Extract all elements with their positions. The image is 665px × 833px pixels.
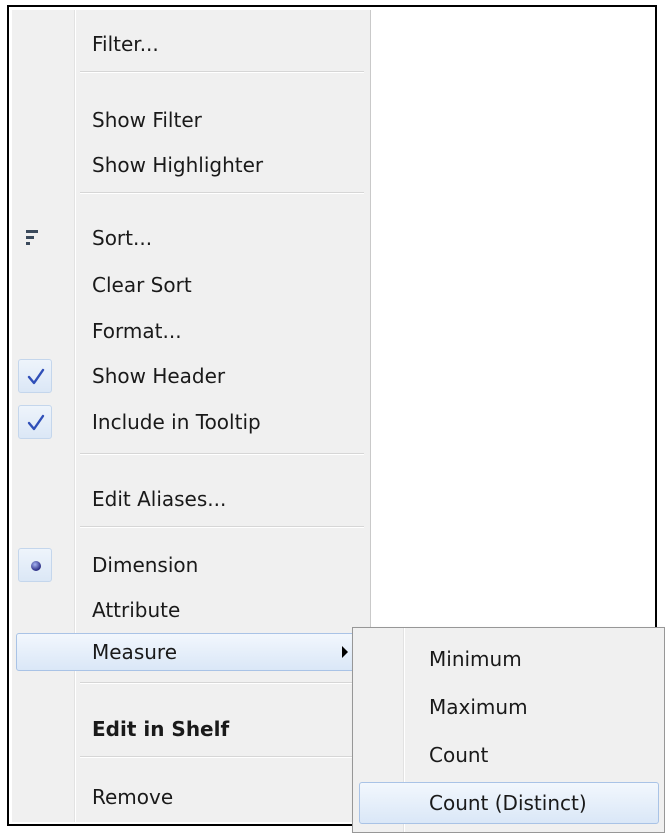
menu-item-show-filter[interactable]: Show Filter: [12, 100, 370, 140]
menu-item-measure[interactable]: Measure: [12, 632, 370, 672]
menu-item-edit-in-shelf[interactable]: Edit in Shelf: [12, 709, 370, 749]
menu-separator: [80, 192, 364, 194]
checkmark-icon: [27, 414, 45, 431]
radio-frame: [18, 548, 52, 582]
context-menu: Filter... Show Filter Show Highlighter S…: [12, 10, 371, 822]
sort-icon: [26, 230, 38, 245]
menu-item-label: Show Highlighter: [92, 153, 264, 177]
menu-item-sort[interactable]: Sort...: [12, 218, 370, 258]
submenu-item-count-distinct[interactable]: Count (Distinct): [353, 780, 664, 826]
checkbox-frame: [18, 405, 52, 439]
menu-item-label: Format...: [92, 319, 182, 343]
menu-item-label: Attribute: [92, 598, 181, 622]
menu-item-label: Clear Sort: [92, 273, 192, 297]
menu-item-label: Remove: [92, 785, 174, 809]
menu-item-format[interactable]: Format...: [12, 311, 370, 351]
menu-item-attribute[interactable]: Attribute: [12, 590, 370, 630]
menu-item-label: Show Header: [92, 364, 226, 388]
menu-separator: [80, 526, 364, 528]
radio-bullet-icon: [31, 561, 41, 571]
menu-item-label: Filter...: [92, 32, 159, 56]
submenu-item-maximum[interactable]: Maximum: [353, 684, 664, 730]
menu-separator: [80, 682, 364, 684]
submenu-item-label: Minimum: [429, 647, 522, 671]
checkbox-frame: [18, 359, 52, 393]
submenu-item-minimum[interactable]: Minimum: [353, 636, 664, 682]
menu-separator: [80, 756, 364, 758]
submenu-arrow-icon: [342, 646, 348, 658]
menu-item-label: Include in Tooltip: [92, 410, 261, 434]
submenu-item-label: Maximum: [429, 695, 528, 719]
menu-separator: [80, 453, 364, 455]
menu-item-highlight: [16, 633, 366, 671]
submenu-item-label: Count (Distinct): [429, 791, 587, 815]
menu-item-clear-sort[interactable]: Clear Sort: [12, 265, 370, 305]
menu-item-label: Measure: [92, 640, 177, 664]
menu-item-label: Show Filter: [92, 108, 202, 132]
menu-item-dimension[interactable]: Dimension: [12, 545, 370, 585]
submenu-item-count[interactable]: Count: [353, 732, 664, 778]
menu-item-label: Edit in Shelf: [92, 717, 230, 741]
menu-item-label: Edit Aliases...: [92, 487, 227, 511]
menu-item-label: Dimension: [92, 553, 199, 577]
menu-item-label: Sort...: [92, 226, 153, 250]
menu-item-show-highlighter[interactable]: Show Highlighter: [12, 145, 370, 185]
menu-item-show-header[interactable]: Show Header: [12, 356, 370, 396]
submenu-item-label: Count: [429, 743, 489, 767]
menu-separator: [80, 71, 364, 73]
menu-item-edit-aliases[interactable]: Edit Aliases...: [12, 479, 370, 519]
measure-submenu: Minimum Maximum Count Count (Distinct): [352, 627, 665, 833]
menu-item-include-in-tooltip[interactable]: Include in Tooltip: [12, 402, 370, 442]
checkmark-icon: [27, 368, 45, 385]
menu-item-remove[interactable]: Remove: [12, 777, 370, 817]
menu-item-filter[interactable]: Filter...: [12, 24, 370, 64]
